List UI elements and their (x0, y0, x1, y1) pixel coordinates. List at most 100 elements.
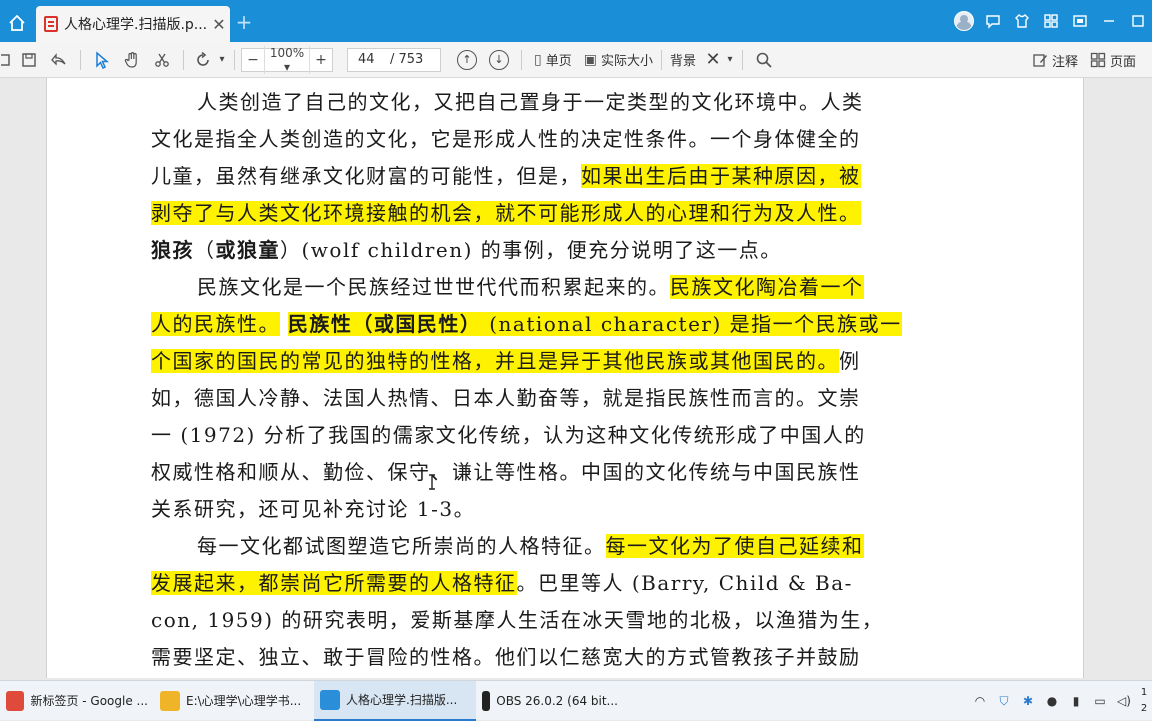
close-tool-button[interactable]: ✕ (702, 46, 724, 74)
taskbar-item[interactable]: OBS 26.0.2 (64 bit... (476, 681, 624, 721)
highlighted-text: 如果出生后由于某种原因，被 (581, 164, 861, 188)
highlighted-text: 民族文化陶冶着一个 (670, 275, 864, 299)
highlighted-text: 发展起来，都崇尚它所需要的人格特征 (151, 571, 517, 595)
chevron-down-icon: ▾ (219, 54, 225, 65)
message-icon (985, 15, 1000, 29)
home-button[interactable] (0, 4, 34, 42)
text-line: 发展起来，都崇尚它所需要的人格特征。巴里等人 (Barry, Child & B… (151, 565, 951, 602)
text-line: 权威性格和顺从、勤俭、保守、谦让等性格。中国的文化传统与中国民族性 (151, 454, 951, 491)
user-account-button[interactable] (949, 8, 978, 34)
home-icon (9, 14, 25, 31)
share-button[interactable] (44, 46, 74, 74)
zoom-value[interactable]: 100% ▾ (264, 45, 310, 74)
search-button[interactable] (749, 46, 779, 74)
app-icon (320, 689, 340, 710)
page-view-button[interactable]: 页面 (1084, 51, 1142, 70)
toolbar-divider (521, 49, 522, 70)
main-toolbar: ▾ − 100% ▾ + 44 / 753 ↑ ↓ ▯ 单页 ▣ 实际大小 背景 ✕… (0, 42, 1152, 78)
text-segment: 关系研究，还可见补充讨论 1-3。 (151, 497, 476, 521)
current-page-input[interactable]: 44 (358, 52, 390, 67)
windows-taskbar: 新标签页 - Google ... E:\心理学\心理学书... 人格心理学.扫描版… (0, 680, 1152, 721)
text-line: con, 1959) 的研究表明，爱斯基摩人生活在冰天雪地的北极，以渔猎为生， (151, 602, 951, 639)
select-tool-button[interactable] (87, 46, 117, 74)
taskbar-item[interactable]: 人格心理学.扫描版... (314, 680, 476, 721)
previous-page-button[interactable]: ↑ (457, 49, 477, 70)
text-line: 如，德国人冷静、法国人热情、日本人勤奋等，就是指民族性而言的。文崇 (151, 380, 951, 417)
text-segment: con, 1959) 的研究表明，爱斯基摩人生活在冰天雪地的北极，以渔猎为生， (151, 608, 884, 632)
window-controls (949, 8, 1152, 34)
shield-icon[interactable]: ⛉ (992, 694, 1016, 709)
folder-icon (1, 53, 10, 66)
battery-icon[interactable]: ▭ (1088, 694, 1112, 708)
volume-icon[interactable]: ◁) (1112, 694, 1136, 708)
system-clock[interactable]: 1 2 (1136, 685, 1152, 717)
taskbar-apps: 新标签页 - Google ... E:\心理学\心理学书... 人格心理学.扫描版… (0, 680, 624, 721)
text-line: 人类创造了自己的文化，又把自己置身于一定类型的文化环境中。人类 (151, 84, 951, 121)
background-label: 背景 (669, 54, 696, 69)
text-segment: 权威性格和顺从、勤俭、保守、谦让等性格。中国的文化传统与中国民族性 (151, 460, 861, 484)
search-icon (756, 52, 772, 68)
single-page-icon: ▯ (534, 51, 542, 68)
text-segment: 需要坚定、独立、敢于冒险的性格。他们以仁慈宽大的方式管教孩子并鼓励 (151, 645, 861, 669)
microphone-icon[interactable]: ▮ (1064, 694, 1088, 708)
taskbar-item-label: 新标签页 - Google ... (30, 694, 148, 708)
zoom-out-button[interactable]: − (242, 52, 264, 68)
user-avatar-icon (953, 11, 974, 31)
next-page-button[interactable]: ↓ (489, 49, 509, 70)
skin-button[interactable] (1007, 8, 1036, 34)
new-tab-button[interactable]: + (234, 10, 254, 34)
open-button[interactable] (0, 46, 14, 74)
text-line: 人的民族性。 民族性（或国民性） (national character) 是指… (151, 306, 951, 343)
toolbar-divider (183, 49, 184, 70)
actual-size-icon: ▣ (583, 51, 597, 68)
single-page-button[interactable]: ▯ 单页 (528, 50, 578, 70)
text-segment: 例 (839, 349, 861, 373)
pdf-file-icon (44, 16, 58, 32)
taskbar-item-label: OBS 26.0.2 (64 bit... (496, 693, 618, 708)
network-icon[interactable]: ◠ (968, 694, 992, 708)
annotate-button[interactable]: 注释 (1026, 51, 1084, 70)
annotate-label: 注释 (1051, 54, 1078, 70)
text-segment: 如，德国人冷静、法国人热情、日本人勤奋等，就是指民族性而言的。文崇 (151, 386, 861, 410)
taskbar-item[interactable]: E:\心理学\心理学书... (154, 681, 314, 721)
rotate-button[interactable] (190, 46, 216, 74)
layout-button[interactable] (1036, 8, 1065, 34)
grid-icon (1043, 14, 1058, 28)
chevron-down-icon: ▾ (727, 54, 733, 65)
document-tab[interactable]: 人格心理学.扫描版.p... ✕ (36, 6, 230, 42)
tab-close-icon[interactable]: ✕ (208, 15, 230, 34)
hand-tool-button[interactable] (117, 46, 147, 74)
highlighted-text: 个国家的国民的常见的独特的性格，并且是异于其他民族或其他国民的。 (151, 349, 839, 373)
highlighted-text: 民族性（或国民性） (287, 312, 482, 336)
close-tool-dropdown[interactable]: ▾ (724, 46, 736, 74)
text-segment: 狼孩 (151, 238, 194, 262)
taskbar-item[interactable]: 新标签页 - Google ... (0, 681, 154, 721)
maximize-button[interactable] (1123, 8, 1152, 34)
tab-bar: 人格心理学.扫描版.p... ✕ + (0, 0, 1152, 42)
document-viewport[interactable]: 人类创造了自己的文化，又把自己置身于一定类型的文化环境中。人类 文化是指全人类创造… (0, 78, 1152, 678)
text-cursor-icon (429, 474, 435, 490)
save-button[interactable] (14, 46, 44, 74)
rotate-dropdown[interactable]: ▾ (216, 46, 228, 74)
text-segment: 民族文化是一个民族经过世世代代而积累起来的。 (197, 275, 670, 299)
app-tray-icon[interactable]: ● (1040, 694, 1064, 708)
share-icon (51, 52, 66, 66)
arrow-up-icon: ↑ (462, 53, 472, 66)
background-button[interactable]: 背景 (664, 50, 702, 69)
clock-line-1: 1 (1140, 687, 1148, 698)
cut-tool-button[interactable] (147, 46, 177, 74)
text-segment: 一 (1972) 分析了我国的儒家文化传统，认为这种文化传统形成了中国人的 (151, 423, 866, 447)
toolbar-divider (234, 49, 235, 70)
minimize-button[interactable] (1094, 8, 1123, 34)
fullscreen-button[interactable] (1065, 8, 1094, 34)
pdf-page[interactable]: 人类创造了自己的文化，又把自己置身于一定类型的文化环境中。人类 文化是指全人类创造… (46, 78, 1084, 678)
document-tab-title: 人格心理学.扫描版.p... (64, 17, 208, 33)
text-line: 一 (1972) 分析了我国的儒家文化传统，认为这种文化传统形成了中国人的 (151, 417, 951, 454)
actual-size-button[interactable]: ▣ 实际大小 (578, 50, 659, 70)
bluetooth-icon[interactable]: ✱ (1016, 694, 1040, 708)
zoom-in-button[interactable]: + (310, 52, 332, 68)
page-view-label: 页面 (1109, 54, 1136, 70)
message-button[interactable] (978, 8, 1007, 34)
app-icon (160, 690, 180, 711)
page-number-field[interactable]: 44 / 753 (347, 47, 441, 72)
